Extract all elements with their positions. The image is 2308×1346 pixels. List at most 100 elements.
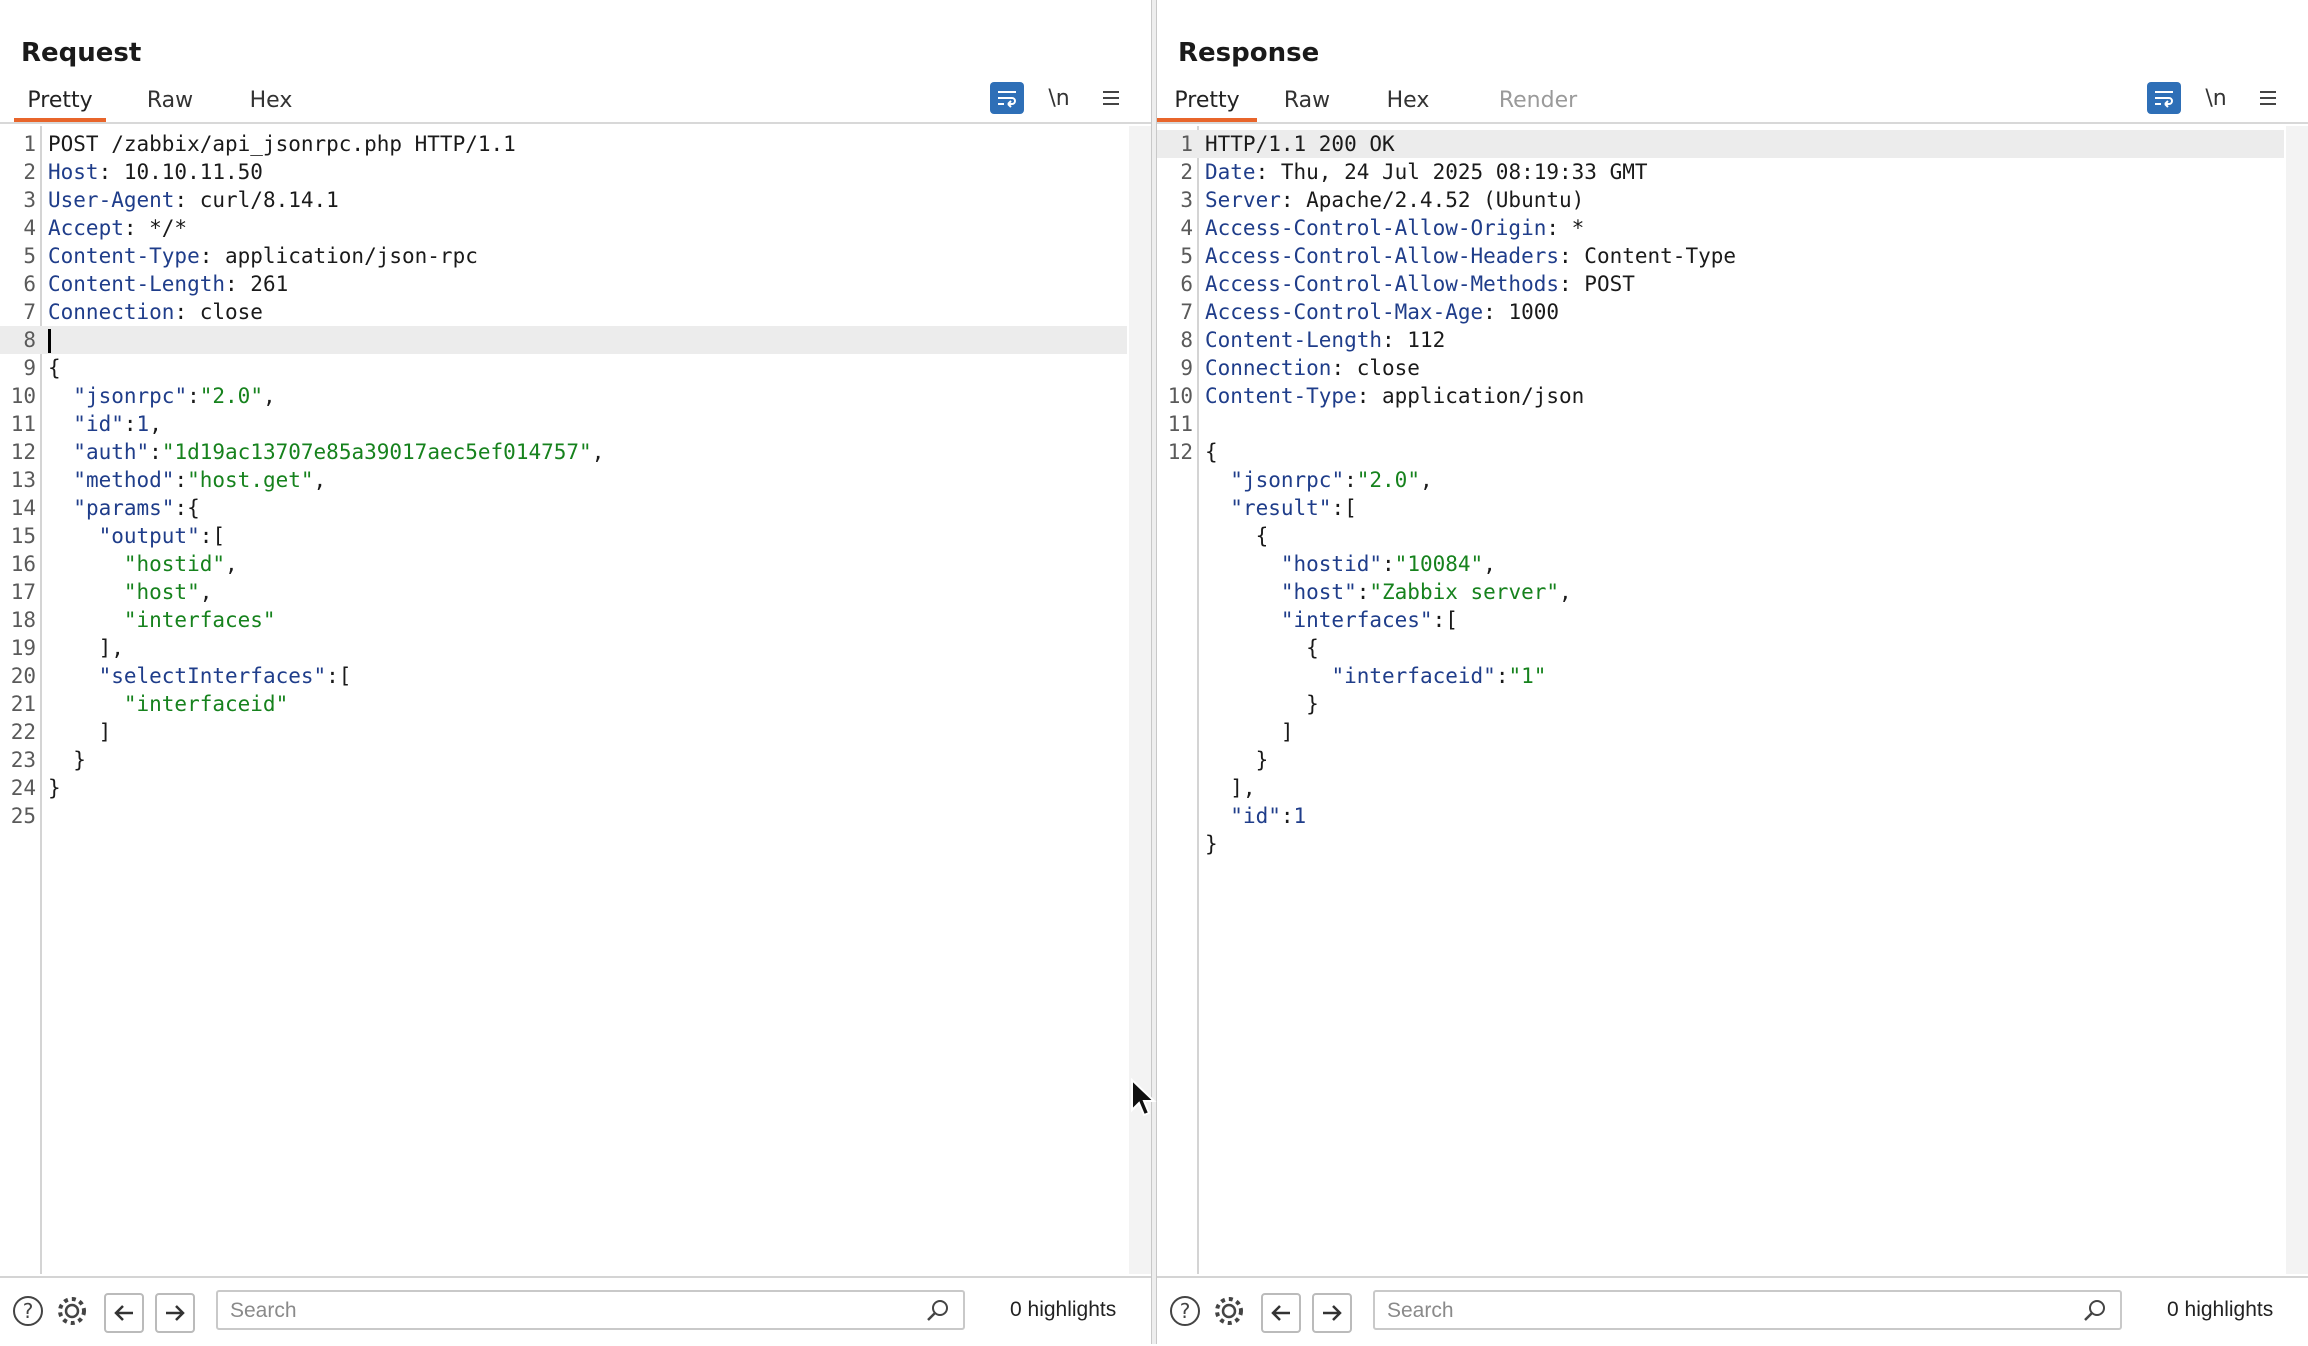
request-wrap-button[interactable] [990, 82, 1024, 114]
line-number: 4 [1180, 216, 1193, 240]
settings-icon [58, 1297, 86, 1325]
code-line: 23 } [0, 746, 1127, 774]
svg-text:?: ? [1180, 1299, 1191, 1323]
code-text: POST /zabbix/api_jsonrpc.php HTTP/1.1 [48, 130, 516, 158]
response-tab-render[interactable]: Render [1489, 80, 1587, 122]
line-number: 2 [23, 160, 36, 184]
code-token: , [1559, 580, 1572, 604]
request-tab-raw[interactable]: Raw [132, 80, 208, 122]
request-editor[interactable]: 1 POST /zabbix/api_jsonrpc.php HTTP/1.1 2 H… [0, 126, 1151, 1274]
code-line: "id":1 [1157, 802, 2284, 830]
code-token: } [1205, 692, 1319, 716]
code-text: "interfaces":[ [1205, 606, 1458, 634]
code-line: 1 POST /zabbix/api_jsonrpc.php HTTP/1.1 [0, 130, 1127, 158]
code-text: Access-Control-Allow-Headers: Content-Ty… [1205, 242, 1736, 270]
code-token: :[ [199, 524, 226, 548]
search-icon[interactable] [925, 1298, 951, 1324]
code-text: "id":1, [48, 410, 162, 438]
request-newline-toggle[interactable]: \n [1042, 82, 1076, 114]
code-text: Content-Length: 261 [48, 270, 288, 298]
code-line: 15 "output":[ [0, 522, 1127, 550]
response-search-input[interactable] [1385, 1296, 2074, 1326]
code-line: ] [1157, 718, 2284, 746]
wrap-icon [998, 91, 1016, 108]
code-token: "interfaceid" [123, 692, 289, 716]
code-token: Date [1205, 160, 1256, 184]
code-token: "jsonrpc" [73, 384, 188, 408]
response-settings-button[interactable] [1211, 1293, 1247, 1329]
response-tab-pretty[interactable]: Pretty [1157, 80, 1257, 122]
code-token: Connection [48, 300, 175, 324]
line-number: 21 [10, 692, 36, 716]
request-help-button[interactable]: ? [10, 1293, 46, 1329]
code-line: { [1157, 634, 2284, 662]
code-text: "host", [48, 578, 213, 606]
code-text: ] [1205, 718, 1294, 746]
code-text: { [1205, 438, 1218, 466]
request-search-input[interactable] [228, 1296, 917, 1326]
code-token: ] [1205, 720, 1294, 744]
response-back-button[interactable] [1261, 1293, 1301, 1333]
line-number: 18 [10, 608, 36, 632]
line-number: 6 [23, 272, 36, 296]
line-number: 24 [10, 776, 36, 800]
code-line: 10 "jsonrpc":"2.0", [0, 382, 1127, 410]
request-menu-button[interactable] [1094, 82, 1128, 114]
code-line: "interfaceid":"1" [1157, 662, 2284, 690]
response-tab-raw[interactable]: Raw [1269, 80, 1345, 122]
response-newline-toggle[interactable]: \n [2199, 82, 2233, 114]
code-token: } [48, 776, 61, 800]
response-editor[interactable]: 1 HTTP/1.1 200 OK 2 Date: Thu, 24 Jul 2025 … [1157, 126, 2308, 1274]
line-number: 17 [10, 580, 36, 604]
line-number: 8 [1180, 328, 1193, 352]
line-number: 20 [10, 664, 36, 688]
code-text: HTTP/1.1 200 OK [1205, 130, 1395, 158]
response-tab-hex[interactable]: Hex [1371, 80, 1445, 122]
code-token: Accept [48, 216, 124, 240]
code-token: "1d19ac13707e85a39017aec5ef014757" [161, 440, 592, 464]
code-line: 25 [0, 802, 1127, 830]
response-wrap-button[interactable] [2147, 82, 2181, 114]
code-line: 5 Content-Type: application/json-rpc [0, 242, 1127, 270]
line-number: 2 [1180, 160, 1193, 184]
line-number: 13 [10, 468, 36, 492]
code-line: 7 Access-Control-Max-Age: 1000 [1157, 298, 2284, 326]
request-back-button[interactable] [104, 1293, 144, 1333]
response-help-button[interactable]: ? [1167, 1293, 1203, 1329]
code-line: 8 Content-Length: 112 [1157, 326, 2284, 354]
code-token: } [48, 748, 86, 772]
code-token: "id" [73, 412, 124, 436]
help-icon: ? [1170, 1296, 1200, 1326]
code-line: 2 Date: Thu, 24 Jul 2025 08:19:33 GMT [1157, 158, 2284, 186]
request-settings-button[interactable] [54, 1293, 90, 1329]
response-menu-button[interactable] [2251, 82, 2285, 114]
code-text: Content-Length: 112 [1205, 326, 1445, 354]
code-token: : Content-Type [1559, 244, 1737, 268]
code-text: ], [48, 634, 124, 662]
code-token: : [187, 384, 200, 408]
code-text: "jsonrpc":"2.0", [48, 382, 275, 410]
code-token: "2.0" [1356, 468, 1420, 492]
response-forward-button[interactable] [1312, 1293, 1352, 1333]
search-icon[interactable] [2082, 1298, 2108, 1324]
line-number: 16 [10, 552, 36, 576]
response-scrollbar[interactable] [2286, 126, 2308, 1274]
line-number: 6 [1180, 272, 1193, 296]
request-tab-pretty[interactable]: Pretty [14, 80, 106, 122]
code-text: "hostid":"10084", [1205, 550, 1496, 578]
code-text: ], [1205, 774, 1256, 802]
code-token: "auth" [73, 440, 150, 464]
request-tab-hex[interactable]: Hex [234, 80, 308, 122]
code-token: Access-Control-Allow-Methods [1205, 272, 1560, 296]
code-line: "jsonrpc":"2.0", [1157, 466, 2284, 494]
code-text: { [48, 354, 61, 382]
request-forward-button[interactable] [155, 1293, 195, 1333]
code-token: ], [1205, 776, 1256, 800]
code-token: : POST [1559, 272, 1635, 296]
code-line: 7 Connection: close [0, 298, 1127, 326]
code-line: } [1157, 746, 2284, 774]
line-number: 1 [23, 132, 36, 156]
